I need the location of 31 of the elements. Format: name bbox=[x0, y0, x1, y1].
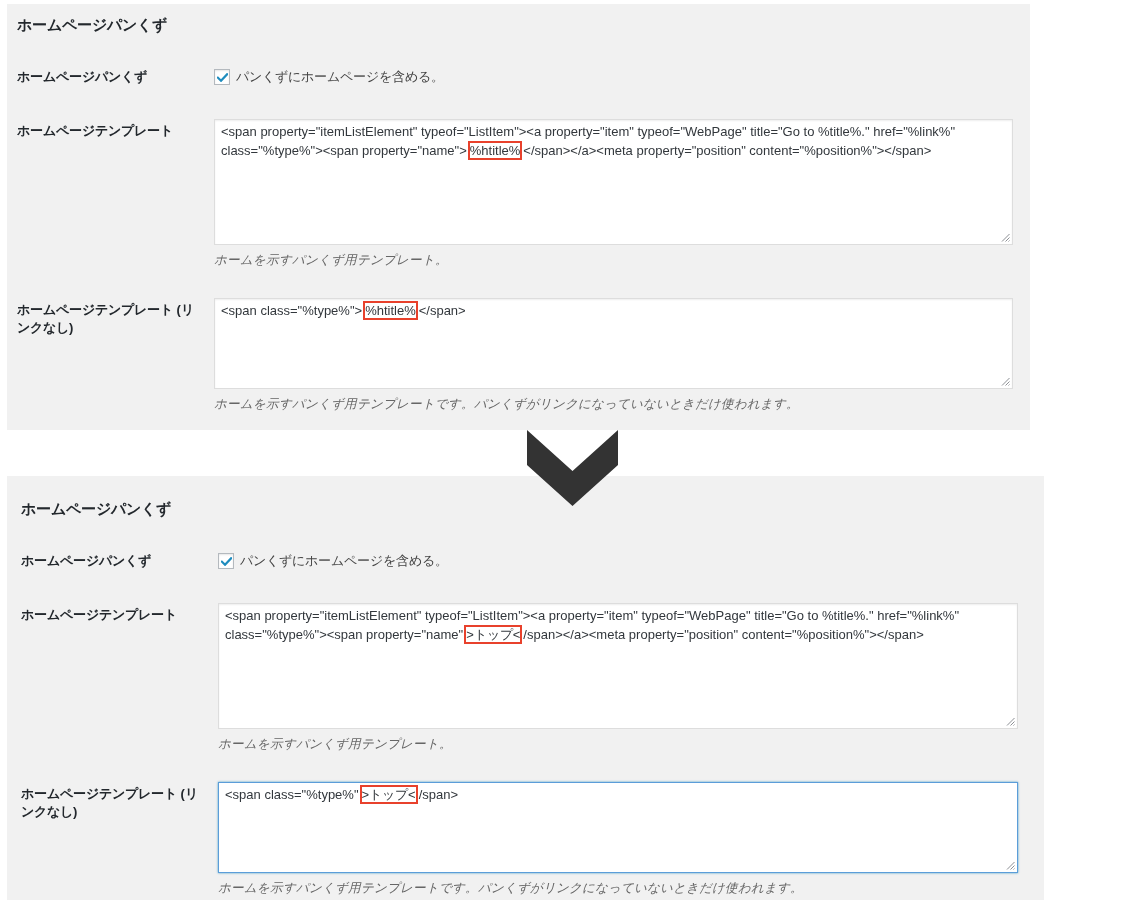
field-label: ホームページテンプレート (リンクなし) bbox=[21, 785, 199, 821]
checkmark-icon bbox=[216, 72, 228, 82]
section-heading: ホームページパンくず bbox=[17, 15, 168, 35]
chevron-down-icon bbox=[527, 430, 618, 506]
template-textarea[interactable]: <span class="%type%"> %htitle% </span> bbox=[214, 298, 1013, 389]
checkbox[interactable] bbox=[218, 553, 234, 569]
field-label: ホームページテンプレート bbox=[17, 122, 174, 140]
section-heading: ホームページパンくず bbox=[21, 499, 172, 519]
template-textarea[interactable]: <span property="itemListElement" typeof="ListItem"><a property="item" typeof="WebPage" title="Go to %title%." href="%link%" class="%type%"><span property="name"> %htitle% </span></a><meta property="position" content="%position%"></span> bbox=[214, 119, 1013, 245]
field-label: ホームページパンくず bbox=[21, 552, 152, 570]
resize-grip-icon bbox=[1001, 377, 1010, 386]
field-label: ホームページテンプレート (リンクなし) bbox=[17, 301, 195, 337]
resize-grip-icon bbox=[1001, 233, 1010, 242]
template-textarea[interactable]: <span property="itemListElement" typeof="ListItem"><a property="item" typeof="WebPage" title="Go to %title%." href="%link%" class="%type%"><span property="name" >トップ< /span></a><meta property="position" content="%position%"></span> bbox=[218, 603, 1018, 729]
resize-grip-icon bbox=[1006, 861, 1015, 870]
field-label: ホームページテンプレート bbox=[21, 606, 178, 624]
field-description: ホームを示すパンくず用テンプレート。 bbox=[214, 252, 449, 269]
highlight-box: >トップ< bbox=[359, 785, 418, 804]
checkbox-label: パンくずにホームページを含める。 bbox=[240, 552, 448, 570]
highlight-box: >トップ< bbox=[464, 625, 523, 644]
field-description: ホームを示すパンくず用テンプレートです。パンくずがリンクになっていないときだけ使われます。 bbox=[214, 396, 800, 413]
field-label: ホームページパンくず bbox=[17, 68, 148, 86]
checkbox[interactable] bbox=[214, 69, 230, 85]
highlight-box: %htitle% bbox=[467, 141, 523, 160]
checkmark-icon bbox=[220, 556, 232, 566]
resize-grip-icon bbox=[1006, 717, 1015, 726]
template-textarea[interactable]: <span class="%type%" >トップ< /span> bbox=[218, 782, 1018, 873]
field-description: ホームを示すパンくず用テンプレートです。パンくずがリンクになっていないときだけ使われます。 bbox=[218, 880, 804, 897]
checkbox-label: パンくずにホームページを含める。 bbox=[236, 68, 444, 86]
highlight-box: %htitle% bbox=[363, 301, 418, 320]
field-description: ホームを示すパンくず用テンプレート。 bbox=[218, 736, 453, 753]
